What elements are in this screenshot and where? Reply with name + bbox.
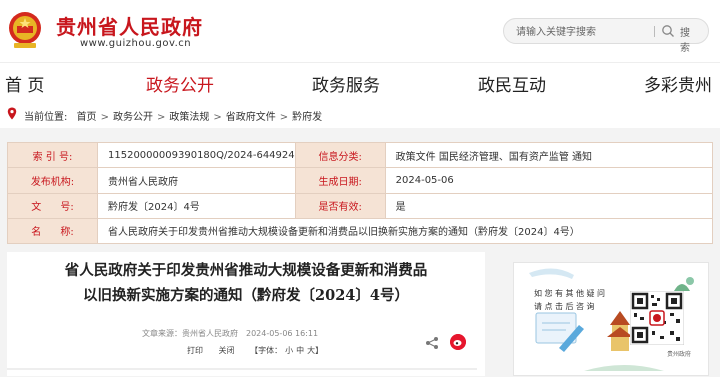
article-title-line: 省人民政府关于印发贵州省推动大规模设备更新和消费品 <box>64 262 428 279</box>
docno-value: 黔府发〔2024〕4号 <box>97 192 296 219</box>
qr-caption: 贵州政府 <box>667 351 692 358</box>
sidebar: 如您有其他疑问 请点击后咨询 贵州政府 <box>495 252 720 376</box>
breadcrumb-item-home[interactable]: 首页 <box>77 112 97 123</box>
site-title[interactable]: 贵州省人民政府 <box>56 11 203 40</box>
table-row: 文 号: 黔府发〔2024〕4号 是否有效: 是 <box>7 192 714 219</box>
consult-line: 如您有其他疑问 <box>534 289 608 298</box>
issuer-value: 贵州省人民政府 <box>97 167 296 194</box>
document-info-table: 索 引 号: 11520000009390180Q/2024-644924 信息… <box>7 141 714 245</box>
category-label: 信息分类: <box>294 141 386 169</box>
breadcrumb: 当前位置: 首页 > 政务公开 > 政策法规 > 省政府文件 > 黔府发 <box>0 101 720 128</box>
search-divider <box>654 26 655 37</box>
nav-item-interaction[interactable]: 政民互动 <box>478 71 546 96</box>
consult-card[interactable]: 如您有其他疑问 请点击后咨询 贵州政府 <box>513 262 709 376</box>
font-size-controls: 【字体：小中大】 <box>250 346 326 355</box>
index-label: 索 引 号: <box>7 141 98 169</box>
index-value: 11520000009390180Q/2024-644924 <box>97 141 296 169</box>
article-tools: 打印 关闭 【字体：小中大】 <box>187 345 339 356</box>
valid-value: 是 <box>384 192 714 219</box>
close-button[interactable]: 关闭 <box>219 346 235 355</box>
article-meta: 文章来源：贵州省人民政府 2024-05-06 16:11 <box>142 328 318 339</box>
category-value: 政策文件 国民经济管理、国有资产监管 通知 <box>384 141 714 169</box>
issuer-label: 发布机构: <box>7 167 98 194</box>
table-row: 索 引 号: 11520000009390180Q/2024-644924 信息… <box>7 141 714 169</box>
font-medium-button[interactable]: 中 <box>296 346 304 355</box>
date-value: 2024-05-06 <box>384 167 714 194</box>
nav-item-government-affairs[interactable]: 政务公开 <box>146 71 214 96</box>
breadcrumb-item-province-docs[interactable]: 省政府文件 <box>226 112 276 123</box>
divider <box>7 368 477 370</box>
font-size-label: 【字体： <box>250 346 283 355</box>
article-title-line: 以旧换新实施方案的通知（黔府发〔2024〕4号） <box>83 287 409 304</box>
national-emblem-icon <box>9 12 41 48</box>
nav-item-services[interactable]: 政务服务 <box>312 71 380 96</box>
breadcrumb-separator: > <box>100 112 109 123</box>
print-button[interactable]: 打印 <box>187 346 203 355</box>
consult-line: 请点击后咨询 <box>534 302 597 311</box>
article-panel: 省人民政府关于印发贵州省推动大规模设备更新和消费品 以旧换新实施方案的通知（黔府… <box>7 252 485 376</box>
breadcrumb-separator: > <box>156 112 166 123</box>
location-pin-icon <box>7 107 17 120</box>
breadcrumb-item-policy[interactable]: 政策法规 <box>169 112 209 123</box>
docno-label: 文 号: <box>7 192 98 219</box>
search-box: 搜 索 <box>503 18 709 54</box>
breadcrumb-separator: > <box>279 112 289 123</box>
article-time: 2024-05-06 16:11 <box>246 329 319 338</box>
search-input[interactable] <box>514 23 648 41</box>
search-button[interactable]: 搜 索 <box>680 24 708 54</box>
date-label: 生成日期: <box>294 167 386 194</box>
valid-label: 是否有效: <box>294 192 386 219</box>
main-nav: 首 页 政务公开 政务服务 政民互动 多彩贵州 <box>0 62 720 101</box>
weibo-icon[interactable] <box>450 334 466 350</box>
qr-code-icon[interactable] <box>630 291 684 345</box>
breadcrumb-prefix: 当前位置: <box>24 112 68 123</box>
site-url[interactable]: www.guizhou.gov.cn <box>80 38 191 49</box>
table-row: 名 称: 省人民政府关于印发贵州省推动大规模设备更新和消费品以旧换新实施方案的通… <box>7 217 713 245</box>
article-source: 文章来源：贵州省人民政府 <box>142 329 238 338</box>
site-header: 贵州省人民政府 www.guizhou.gov.cn 搜 索 <box>0 0 720 62</box>
breadcrumb-item-affairs[interactable]: 政务公开 <box>113 112 153 123</box>
font-small-button[interactable]: 小 <box>285 346 293 355</box>
name-label: 名 称: <box>7 217 98 245</box>
nav-item-home[interactable]: 首 页 <box>5 71 44 96</box>
consult-text: 如您有其他疑问 请点击后咨询 <box>534 287 608 313</box>
search-icon[interactable] <box>661 24 675 38</box>
nav-item-colorful-guizhou[interactable]: 多彩贵州 <box>644 71 712 96</box>
font-large-button[interactable]: 大】 <box>307 346 323 355</box>
article-title: 省人民政府关于印发贵州省推动大规模设备更新和消费品 以旧换新实施方案的通知（黔府… <box>7 258 485 308</box>
breadcrumb-item-qianfufa[interactable]: 黔府发 <box>292 112 322 123</box>
table-row: 发布机构: 贵州省人民政府 生成日期: 2024-05-06 <box>7 167 714 194</box>
breadcrumb-separator: > <box>213 112 222 123</box>
name-value: 省人民政府关于印发贵州省推动大规模设备更新和消费品以旧换新实施方案的通知（黔府发… <box>97 217 713 245</box>
share-icon[interactable] <box>425 336 439 350</box>
